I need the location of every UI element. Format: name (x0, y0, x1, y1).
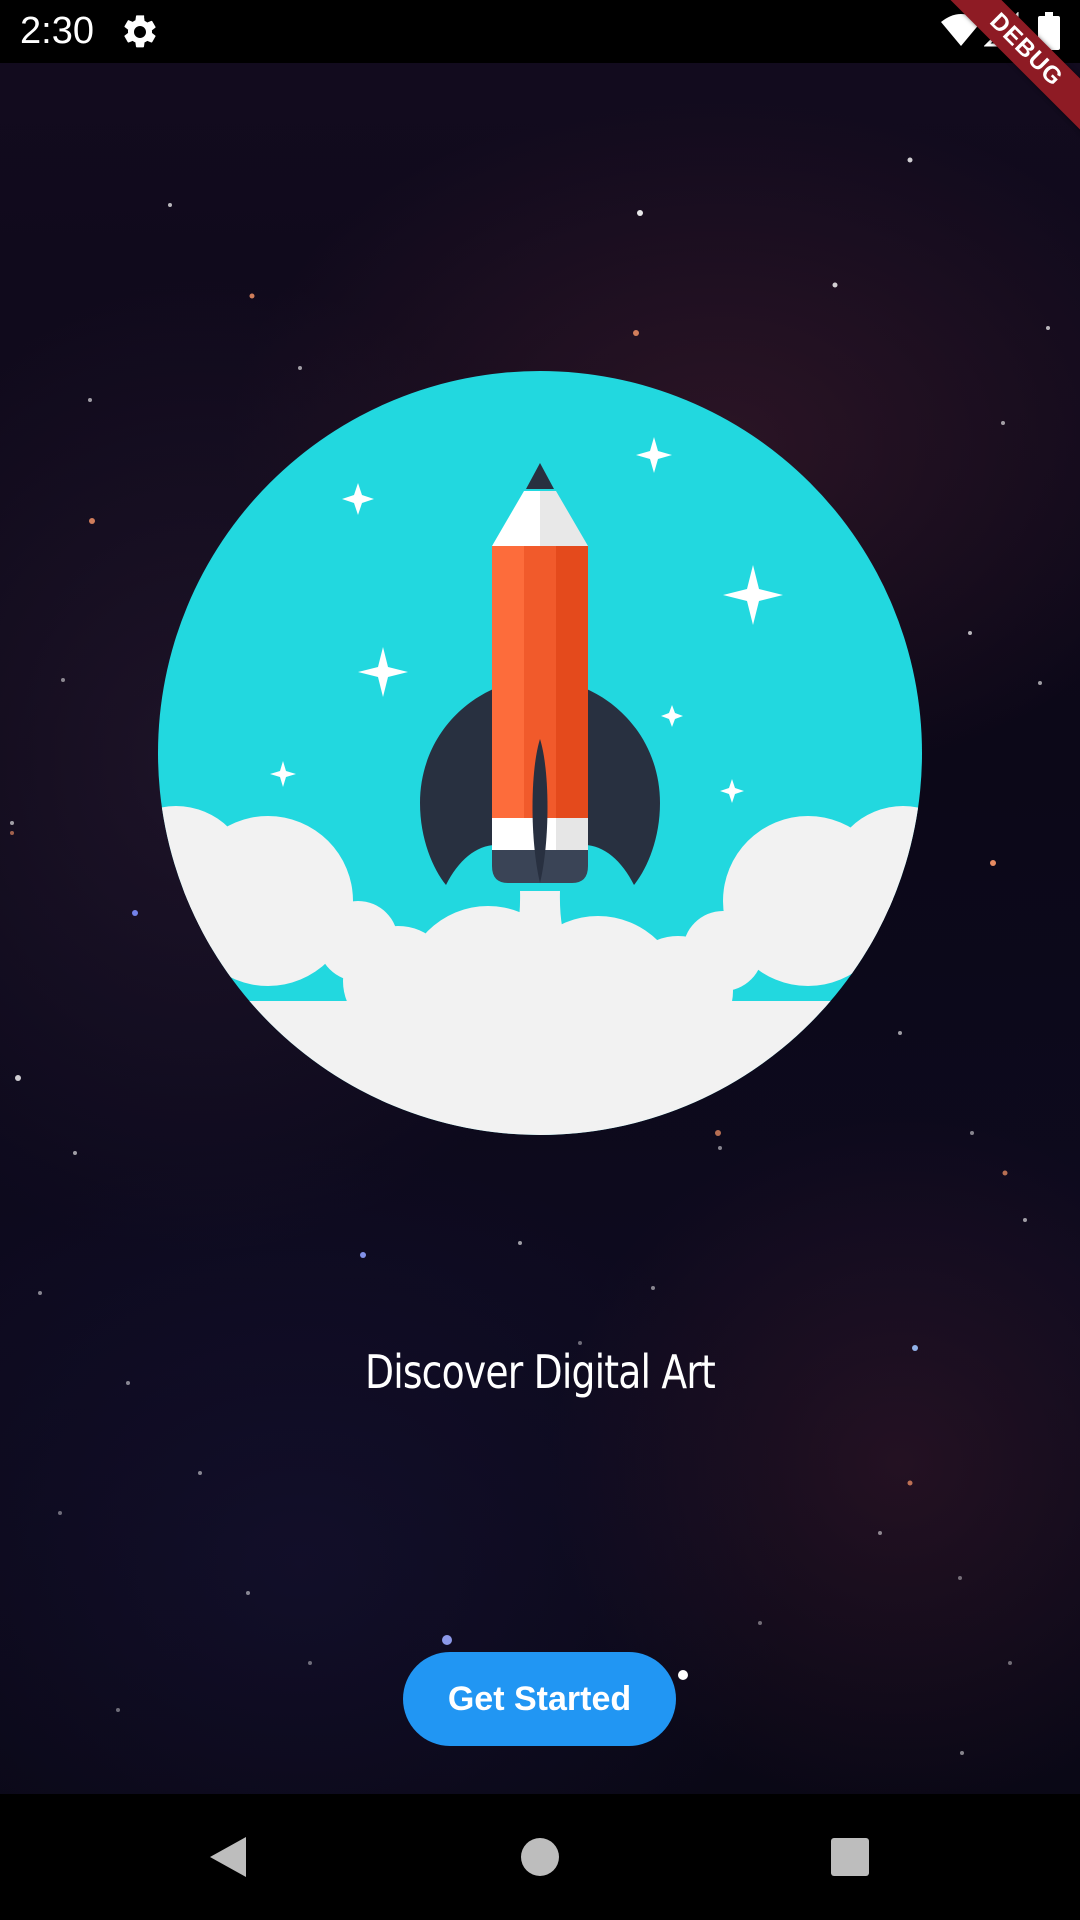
gear-icon (124, 15, 156, 48)
status-bar: 2:30 (0, 0, 1080, 63)
get-started-button[interactable]: Get Started (403, 1652, 676, 1746)
navigation-bar (0, 1794, 1080, 1920)
debug-banner: DEBUG (920, 0, 1080, 160)
back-icon[interactable] (198, 1825, 262, 1889)
debug-label: DEBUG (928, 0, 1080, 148)
home-icon[interactable] (508, 1825, 572, 1889)
app-screen: 2:30 DEBUG Discover Digital Art Get Star… (0, 0, 1080, 1920)
pencil-body-right (556, 546, 588, 818)
pencil-rocket-illustration (158, 371, 922, 1135)
headline-text: Discover Digital Art (364, 1345, 716, 1399)
pencil-body-left (492, 546, 524, 818)
status-time: 2:30 (20, 10, 94, 52)
recents-icon[interactable] (818, 1825, 882, 1889)
